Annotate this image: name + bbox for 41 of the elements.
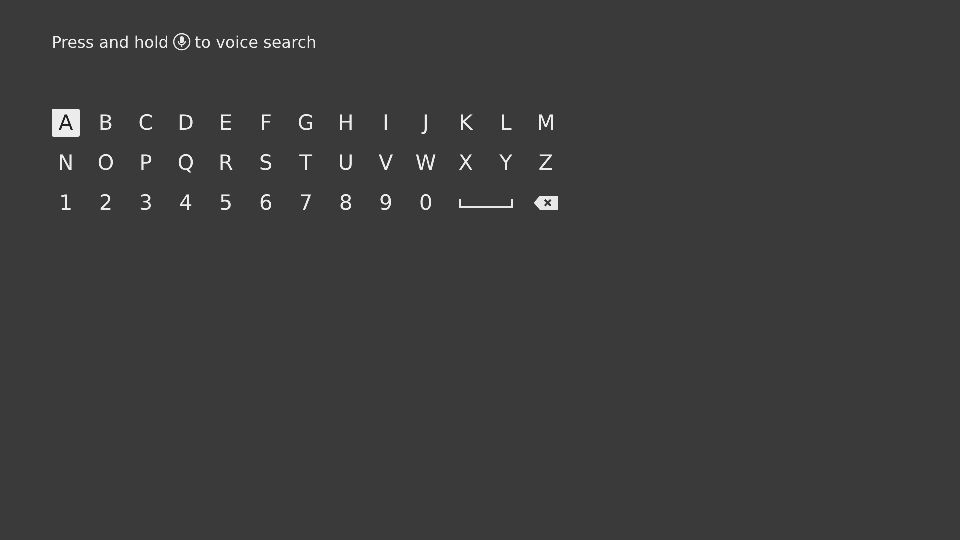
keyboard-key[interactable]: C	[132, 109, 160, 137]
keyboard-key[interactable]: V	[372, 149, 400, 177]
space-bar-icon	[459, 198, 513, 208]
keyboard-key[interactable]: P	[132, 149, 160, 177]
keyboard-key[interactable]: J	[412, 109, 440, 137]
keyboard-key[interactable]: Z	[532, 149, 560, 177]
keyboard-key[interactable]: X	[452, 149, 480, 177]
keyboard-key[interactable]: 4	[172, 189, 200, 217]
keyboard-key[interactable]: L	[492, 109, 520, 137]
keyboard-key[interactable]: U	[332, 149, 360, 177]
keyboard-key[interactable]: 8	[332, 189, 360, 217]
hint-text: Press and hold	[52, 32, 169, 52]
backspace-icon	[534, 196, 558, 210]
keyboard-key[interactable]: 7	[292, 189, 320, 217]
keyboard-key[interactable]: 3	[132, 189, 160, 217]
keyboard-key[interactable]: F	[252, 109, 280, 137]
keyboard-key[interactable]: B	[92, 109, 120, 137]
keyboard-key[interactable]: D	[172, 109, 200, 137]
keyboard-key[interactable]: S	[252, 149, 280, 177]
keyboard-key[interactable]: Y	[492, 149, 520, 177]
keyboard-key[interactable]: Q	[172, 149, 200, 177]
keyboard-key[interactable]: G	[292, 109, 320, 137]
keyboard-key[interactable]: 2	[92, 189, 120, 217]
keyboard-key[interactable]: 1	[52, 189, 80, 217]
keyboard-key[interactable]: T	[292, 149, 320, 177]
keyboard-key[interactable]: 6	[252, 189, 280, 217]
keyboard-key[interactable]: N	[52, 149, 80, 177]
microphone-icon	[172, 33, 191, 51]
keyboard-key[interactable]: A	[52, 109, 80, 137]
keyboard-key[interactable]: I	[372, 109, 400, 137]
keyboard-key[interactable]: R	[212, 149, 240, 177]
hint-text: to voice search	[194, 32, 317, 52]
keyboard-key[interactable]: E	[212, 109, 240, 137]
keyboard-key[interactable]: M	[532, 109, 560, 137]
keyboard-key[interactable]: 0	[412, 189, 440, 217]
keyboard-key[interactable]: 9	[372, 189, 400, 217]
keyboard-key[interactable]: O	[92, 149, 120, 177]
keyboard-key[interactable]: W	[412, 149, 440, 177]
keyboard-key[interactable]: H	[332, 109, 360, 137]
keyboard-key[interactable]: K	[452, 109, 480, 137]
keyboard-key[interactable]: 5	[212, 189, 240, 217]
